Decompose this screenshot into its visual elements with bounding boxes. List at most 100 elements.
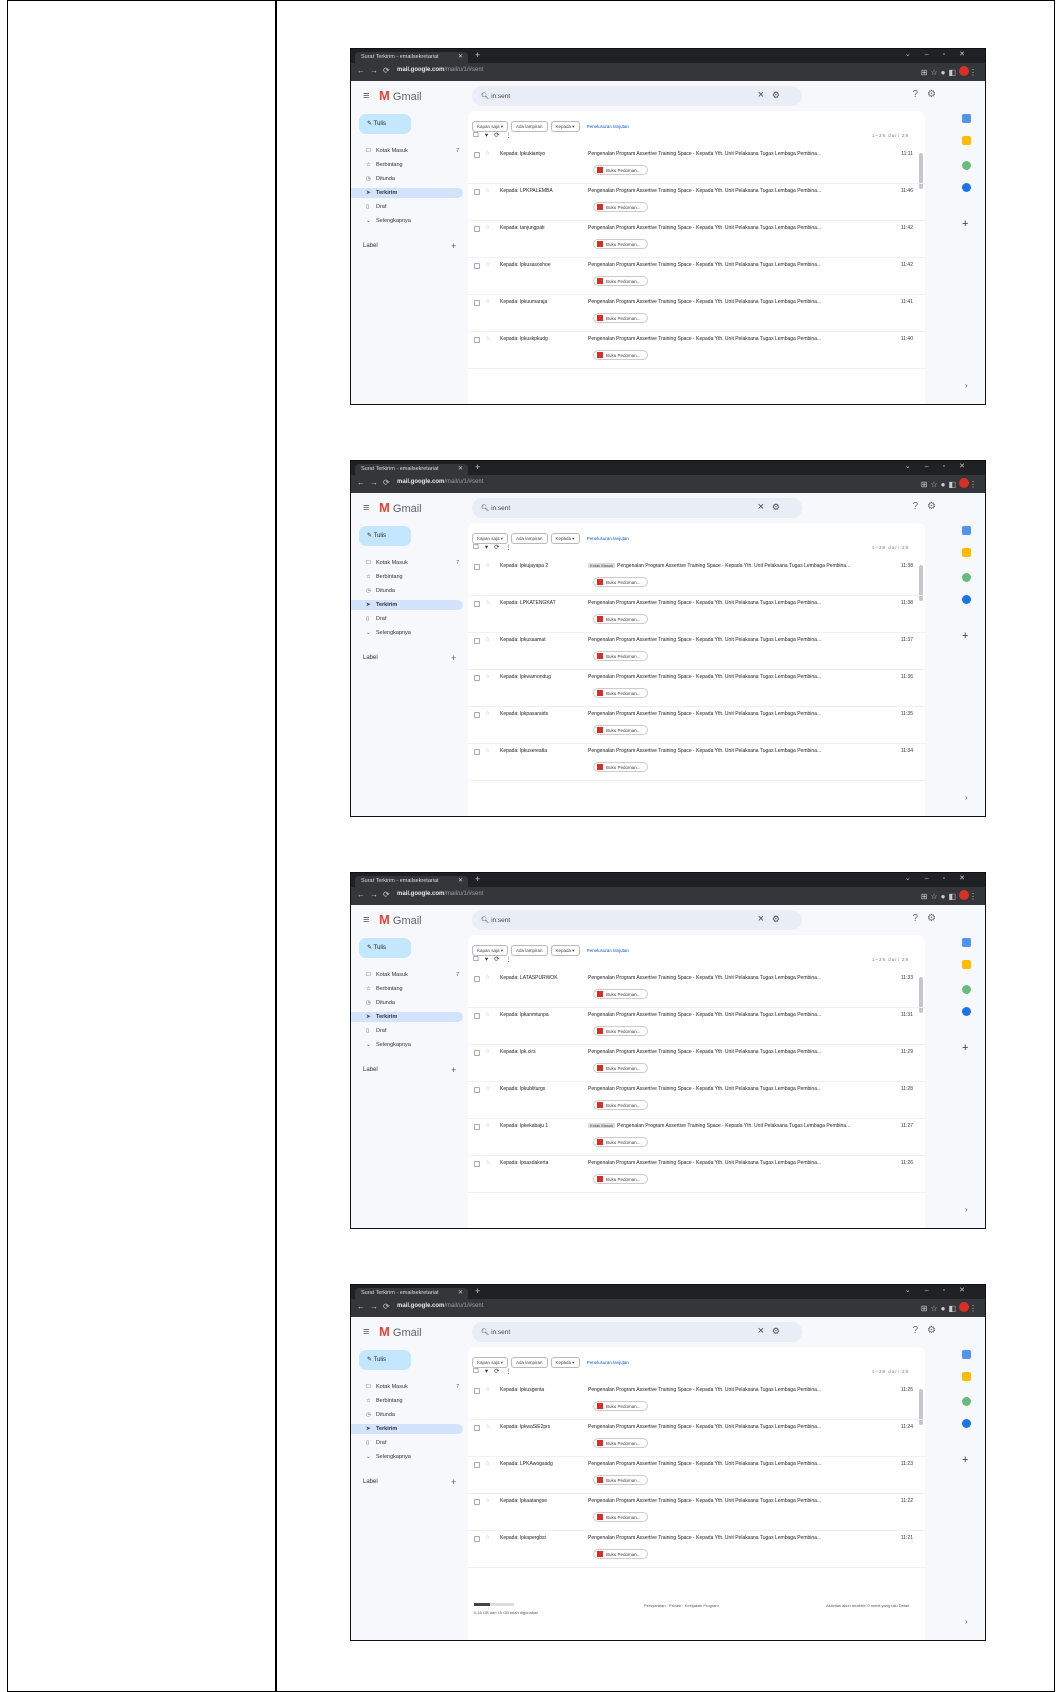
- window-controls[interactable]: ⌄–▫✕: [905, 874, 979, 882]
- email-row[interactable]: ☆ Kepada: lpk.cirs Pengenalan Program Asse…: [468, 1045, 925, 1082]
- attachment-chip[interactable]: Buku Pedoman...: [593, 1549, 648, 1559]
- nav-buttons[interactable]: ←→⟳: [357, 890, 395, 899]
- footer-links[interactable]: Persyaratan · Privasi · Kebijakan Progra…: [644, 1603, 719, 1608]
- contacts-icon[interactable]: [962, 1007, 971, 1016]
- new-tab-icon[interactable]: +: [475, 50, 480, 60]
- star-icon[interactable]: ☆: [485, 747, 490, 754]
- attachment-chip[interactable]: Buku Pedoman...: [593, 577, 648, 587]
- browser-tab[interactable]: Surat Terkirim - emailsekretariat ✕: [355, 876, 468, 887]
- keep-icon[interactable]: [962, 548, 971, 557]
- sidebar-item[interactable]: ➤ Terkirim: [351, 1012, 463, 1022]
- email-row[interactable]: ☆ Kepada: lpkujayapa 2 Kotak Masuk Pengenal…: [468, 559, 925, 596]
- star-icon[interactable]: ☆: [485, 298, 490, 305]
- email-row[interactable]: ☆ Kepada: lpkukiantyo Pengenalan Program A…: [468, 147, 925, 184]
- email-row[interactable]: ☆ Kepada: tanjungpati Pengenalan Program A…: [468, 221, 925, 258]
- browser-tab[interactable]: Surat Terkirim - emailsekretariat ✕: [355, 52, 468, 63]
- star-icon[interactable]: ☆: [485, 1048, 490, 1055]
- calendar-icon[interactable]: [962, 1350, 971, 1359]
- calendar-icon[interactable]: [962, 114, 971, 123]
- menu-icon[interactable]: ≡: [363, 502, 369, 514]
- email-row[interactable]: ☆ Kepada: lpkuskpkudg Pengenalan Program A…: [468, 332, 925, 369]
- sidebar-item[interactable]: ☐ Kotak Masuk 7: [363, 970, 463, 980]
- window-controls[interactable]: ⌄–▫✕: [905, 1286, 979, 1294]
- row-checkbox[interactable]: [474, 1161, 480, 1167]
- compose-button[interactable]: ✎ Tulis: [359, 938, 411, 958]
- row-checkbox[interactable]: [474, 226, 480, 232]
- url-field[interactable]: mail.google.com/mail/u/1/#sent: [397, 1303, 483, 1309]
- email-row[interactable]: ☆ Kepada: lpkanmtunpa Pengenalan Program A…: [468, 1008, 925, 1045]
- attachment-chip[interactable]: Buku Pedoman...: [593, 1401, 648, 1411]
- email-row[interactable]: ☆ Kepada: lpkekabaju 1 Kotak Masuk Pengenal…: [468, 1119, 925, 1156]
- menu-icon[interactable]: ≡: [363, 914, 369, 926]
- star-icon[interactable]: ☆: [485, 335, 490, 342]
- contacts-icon[interactable]: [962, 595, 971, 604]
- row-checkbox[interactable]: [474, 564, 480, 570]
- row-checkbox[interactable]: [474, 1462, 480, 1468]
- filter-chip[interactable]: Kepada ▾: [550, 533, 580, 544]
- attachment-chip[interactable]: Buku Pedoman...: [593, 313, 648, 323]
- advanced-search-link[interactable]: Penelusuran lanjutan: [587, 124, 629, 129]
- attachment-chip[interactable]: Buku Pedoman...: [593, 989, 648, 999]
- star-icon[interactable]: ☆: [485, 599, 490, 606]
- sidebar-item[interactable]: ⌄ Selengkapnya: [363, 1040, 463, 1050]
- attachment-chip[interactable]: Buku Pedoman...: [593, 725, 648, 735]
- advanced-search-link[interactable]: Penelusuran lanjutan: [587, 948, 629, 953]
- star-icon[interactable]: ☆: [485, 187, 490, 194]
- search-input[interactable]: 🔍︎ in:sent × ⚙: [472, 86, 802, 106]
- attachment-chip[interactable]: Buku Pedoman...: [593, 1475, 648, 1485]
- sidebar-item[interactable]: ➤ Terkirim: [351, 600, 463, 610]
- star-icon[interactable]: ☆: [485, 1460, 490, 1467]
- attachment-chip[interactable]: Buku Pedoman...: [593, 688, 648, 698]
- filter-chip[interactable]: Kepada ▾: [550, 1357, 580, 1368]
- row-checkbox[interactable]: [474, 976, 480, 982]
- gmail-logo[interactable]: M Gmail: [379, 88, 422, 103]
- star-icon[interactable]: ☆: [485, 1159, 490, 1166]
- row-checkbox[interactable]: [474, 189, 480, 195]
- star-icon[interactable]: ☆: [485, 710, 490, 717]
- nav-buttons[interactable]: ←→⟳: [357, 1302, 395, 1311]
- close-tab-icon[interactable]: ✕: [458, 1289, 463, 1296]
- email-row[interactable]: ☆ Kepada: LPKAwogsadg Pengenalan Program A…: [468, 1457, 925, 1494]
- email-row[interactable]: ☆ Kepada: lpsasdakerta Pengenalan Program …: [468, 1156, 925, 1193]
- email-row[interactable]: ☆ Kepada: LATASPURWOK Pengenalan Program A…: [468, 971, 925, 1008]
- row-checkbox[interactable]: [474, 300, 480, 306]
- sidebar-item[interactable]: ⌄ Selengkapnya: [363, 216, 463, 226]
- attachment-chip[interactable]: Buku Pedoman...: [593, 350, 648, 360]
- row-checkbox[interactable]: [474, 263, 480, 269]
- contacts-icon[interactable]: [962, 1419, 971, 1428]
- add-label-icon[interactable]: +: [451, 1065, 456, 1075]
- contacts-icon[interactable]: [962, 183, 971, 192]
- sidebar-item[interactable]: ◷ Ditunda: [363, 998, 463, 1008]
- row-checkbox[interactable]: [474, 152, 480, 158]
- sidebar-item[interactable]: ◷ Ditunda: [363, 1410, 463, 1420]
- sidebar-item[interactable]: ◷ Ditunda: [363, 174, 463, 184]
- email-row[interactable]: ☆ Kepada: lpkaatangse Pengenalan Program A…: [468, 1494, 925, 1531]
- email-row[interactable]: ☆ Kepada: lpkpasaraids Pengenalan Program …: [468, 707, 925, 744]
- filter-chip[interactable]: Kepada ▾: [550, 945, 580, 956]
- row-checkbox[interactable]: [474, 675, 480, 681]
- star-icon[interactable]: ☆: [485, 1011, 490, 1018]
- star-icon[interactable]: ☆: [485, 1085, 490, 1092]
- attachment-chip[interactable]: Buku Pedoman...: [593, 1438, 648, 1448]
- sidebar-item[interactable]: ➤ Terkirim: [351, 1424, 463, 1434]
- star-icon[interactable]: ☆: [485, 150, 490, 157]
- star-icon[interactable]: ☆: [485, 636, 490, 643]
- email-row[interactable]: ☆ Kepada: lpkusgenta Pengenalan Program As…: [468, 1383, 925, 1420]
- window-controls[interactable]: ⌄–▫✕: [905, 50, 979, 58]
- sidebar-item[interactable]: ⌄ Selengkapnya: [363, 1452, 463, 1462]
- star-icon[interactable]: ☆: [485, 224, 490, 231]
- sidebar-item[interactable]: ☆ Berbintang: [363, 160, 463, 170]
- attachment-chip[interactable]: Buku Pedoman...: [593, 1100, 648, 1110]
- nav-buttons[interactable]: ←→⟳: [357, 66, 395, 75]
- expand-panel-icon[interactable]: ›: [965, 381, 968, 390]
- compose-button[interactable]: ✎ Tulis: [359, 526, 411, 546]
- expand-panel-icon[interactable]: ›: [965, 1205, 968, 1214]
- add-label-icon[interactable]: +: [451, 241, 456, 251]
- search-input[interactable]: 🔍︎ in:sent × ⚙: [472, 1322, 802, 1342]
- search-input[interactable]: 🔍︎ in:sent × ⚙: [472, 910, 802, 930]
- row-checkbox[interactable]: [474, 712, 480, 718]
- attachment-chip[interactable]: Buku Pedoman...: [593, 1137, 648, 1147]
- attachment-chip[interactable]: Buku Pedoman...: [593, 1512, 648, 1522]
- filter-chip[interactable]: Kepada ▾: [550, 121, 580, 132]
- email-row[interactable]: ☆ Kepada: lpkusasoshoe Pengenalan Program …: [468, 258, 925, 295]
